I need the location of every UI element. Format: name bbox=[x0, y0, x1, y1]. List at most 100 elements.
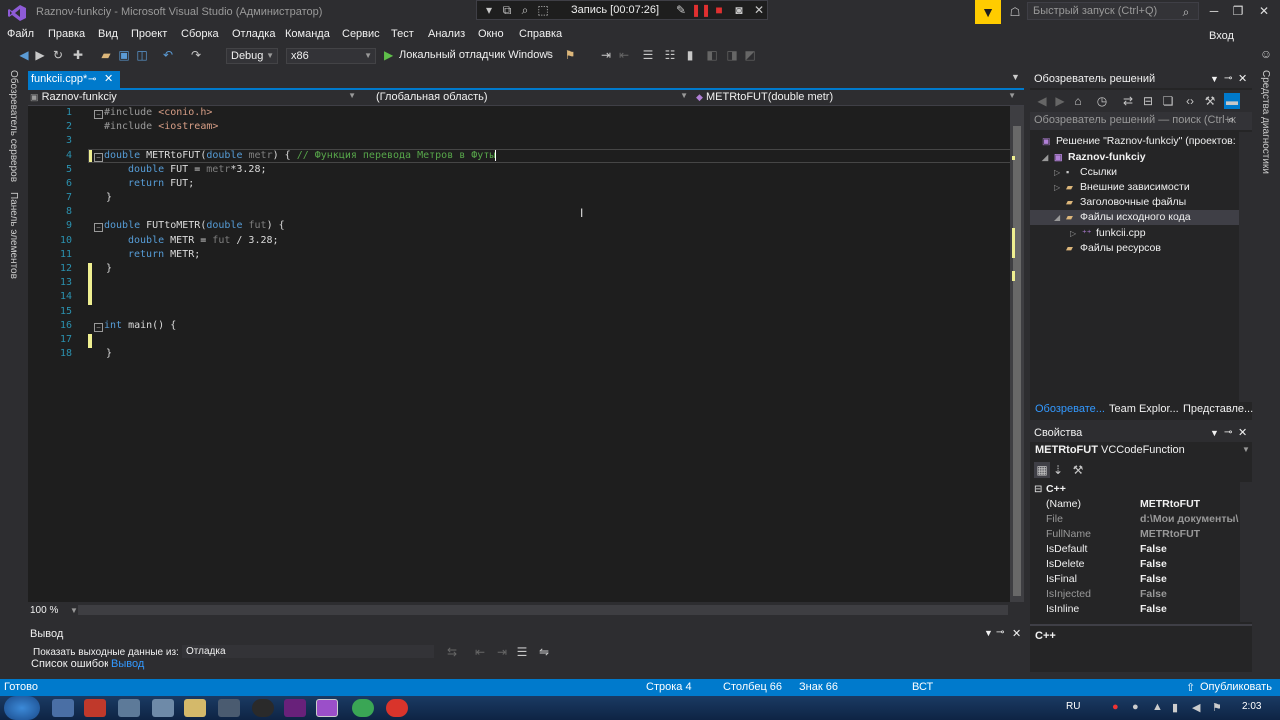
taskbar-visual-studio-icon[interactable] bbox=[316, 699, 338, 717]
property-row[interactable]: IsInline False bbox=[1030, 602, 1240, 617]
pin-icon[interactable]: ⊸ bbox=[1224, 70, 1232, 88]
member-select[interactable]: ◆ METRtoFUT(double metr) ▼ bbox=[696, 91, 1020, 105]
solution-search-input[interactable]: Обозреватель решений — поиск (Ctrl+к ⌕ bbox=[1030, 112, 1252, 130]
outdent-icon[interactable]: ⇤ bbox=[616, 47, 632, 63]
flag-icon[interactable]: ⚑ bbox=[1212, 701, 1222, 714]
menu-file[interactable]: Файл bbox=[7, 28, 34, 40]
close-icon[interactable]: ✕ bbox=[1238, 424, 1247, 442]
zoom-level[interactable]: 100 % bbox=[30, 605, 58, 616]
prev-bookmark-icon[interactable]: ◧ bbox=[704, 47, 720, 63]
menu-debug[interactable]: Отладка bbox=[232, 28, 275, 40]
pin-icon[interactable]: ⊸ bbox=[1224, 424, 1232, 442]
zoom-icon[interactable]: ⌕ bbox=[517, 2, 533, 18]
home-icon[interactable]: ⌂ bbox=[1070, 93, 1086, 109]
camera-icon[interactable]: ◙ bbox=[731, 2, 747, 18]
menu-test[interactable]: Тест bbox=[391, 28, 414, 40]
close-icon[interactable]: ✕ bbox=[1238, 70, 1247, 88]
tray-icon[interactable]: ● bbox=[1112, 701, 1119, 713]
close-icon[interactable]: ✕ bbox=[1012, 627, 1021, 640]
tree-item-funkcii-cpp[interactable]: ▷ ⁺⁺ funkcii.cpp bbox=[1070, 226, 1146, 241]
chevron-down-icon[interactable]: ▼ bbox=[70, 606, 78, 615]
collapse-icon[interactable]: − bbox=[94, 323, 103, 332]
object-selector[interactable]: METRtoFUT VCCodeFunction ▼ bbox=[1030, 442, 1252, 458]
volume-icon[interactable]: ◀ bbox=[1192, 701, 1200, 714]
network-icon[interactable]: ▮ bbox=[1172, 701, 1178, 714]
tray-icon[interactable]: ▲ bbox=[1152, 701, 1163, 713]
horizontal-scrollbar[interactable] bbox=[78, 605, 1008, 615]
pin-icon[interactable]: ⊸ bbox=[996, 627, 1004, 638]
taskbar-app-icon[interactable] bbox=[386, 699, 408, 717]
comment-icon[interactable]: ☰ bbox=[640, 47, 656, 63]
diagnostic-tools-tab[interactable]: Средства диагностики bbox=[1260, 70, 1271, 174]
property-category[interactable]: ⊟ C++ bbox=[1030, 482, 1240, 497]
history-icon[interactable]: ◷ bbox=[1094, 93, 1110, 109]
menu-project[interactable]: Проект bbox=[131, 28, 167, 40]
menu-view[interactable]: Вид bbox=[98, 28, 118, 40]
menu-edit[interactable]: Правка bbox=[48, 28, 85, 40]
back-icon[interactable]: ◀ bbox=[1034, 93, 1050, 109]
tab-output[interactable]: Вывод bbox=[108, 657, 148, 672]
show-all-files-icon[interactable]: ❏ bbox=[1160, 93, 1176, 109]
bookmark-icon[interactable]: ▮ bbox=[682, 47, 698, 63]
close-icon[interactable]: ✕ bbox=[751, 2, 767, 18]
expanded-arrow-icon[interactable]: ◢ bbox=[1042, 150, 1054, 165]
close-icon[interactable]: ✕ bbox=[104, 71, 113, 88]
solution-config-select[interactable]: Debug ▼ bbox=[226, 48, 278, 64]
indent-icon[interactable]: ⇥ bbox=[598, 47, 614, 63]
tree-item-project[interactable]: ◢ ▣ Raznov-funkciy bbox=[1042, 150, 1146, 165]
refresh-icon[interactable]: ↻ bbox=[50, 47, 66, 63]
collapse-icon[interactable]: − bbox=[94, 110, 103, 119]
toolbox-tab[interactable]: Панель элементов bbox=[8, 192, 19, 279]
property-row[interactable]: IsDefault False bbox=[1030, 542, 1240, 557]
close-window-button[interactable]: ✕ bbox=[1254, 4, 1274, 18]
expanded-arrow-icon[interactable]: ◢ bbox=[1054, 210, 1066, 225]
pause-icon[interactable]: ❚❚ bbox=[691, 2, 711, 18]
uncomment-icon[interactable]: ☷ bbox=[662, 47, 678, 63]
taskbar-app-icon[interactable] bbox=[118, 699, 140, 717]
tree-item-references[interactable]: ▷ ▪ Ссылки bbox=[1054, 165, 1117, 180]
server-explorer-tab[interactable]: Обозреватель серверов bbox=[8, 70, 19, 182]
clock[interactable]: 2:03 bbox=[1242, 701, 1261, 712]
pin-icon[interactable]: ⊸ bbox=[88, 71, 96, 88]
minimize-button[interactable]: ─ bbox=[1204, 4, 1224, 18]
taskbar-app-icon[interactable] bbox=[52, 699, 74, 717]
collapse-icon[interactable]: − bbox=[94, 223, 103, 232]
property-row[interactable]: IsDelete False bbox=[1030, 557, 1240, 572]
feedback-icon[interactable]: ☖ bbox=[1007, 4, 1023, 20]
menu-tools[interactable]: Сервис bbox=[342, 28, 380, 40]
tab-error-list[interactable]: Список ошибок bbox=[28, 657, 112, 672]
property-row[interactable]: IsInjected False bbox=[1030, 587, 1240, 602]
chevron-down-icon[interactable]: ▼ bbox=[984, 628, 993, 638]
collapsed-arrow-icon[interactable]: ▷ bbox=[1070, 226, 1082, 241]
forward-icon[interactable]: ▶ bbox=[1052, 93, 1068, 109]
menu-analyze[interactable]: Анализ bbox=[428, 28, 465, 40]
property-row[interactable]: (Name) METRtoFUT bbox=[1030, 497, 1240, 512]
tab-list-icon[interactable]: ▼ bbox=[1011, 72, 1020, 82]
forward-icon[interactable]: ▶ bbox=[32, 47, 48, 63]
publish-button[interactable]: Опубликовать bbox=[1200, 681, 1272, 693]
search-icon[interactable]: ⌕ bbox=[1178, 4, 1194, 20]
stop-icon[interactable]: ■ bbox=[711, 2, 727, 18]
tab-funkcii-cpp[interactable]: funkcii.cpp* ⊸ ✕ bbox=[28, 71, 120, 89]
new-project-icon[interactable]: ✚ bbox=[70, 47, 86, 63]
tree-item-resource-files[interactable]: ▰ Файлы ресурсов bbox=[1054, 241, 1161, 256]
back-icon[interactable]: ◀ bbox=[16, 47, 32, 63]
menu-help[interactable]: Справка bbox=[519, 28, 562, 40]
tab-team-explorer[interactable]: Team Explor... bbox=[1106, 402, 1182, 417]
categorized-icon[interactable]: ▦ bbox=[1034, 462, 1050, 478]
code-editor[interactable]: 1 2 3 4 5 6 7 8 9 10 11 12 13 14 15 16 1… bbox=[28, 106, 1024, 602]
taskbar-app-icon[interactable] bbox=[184, 699, 206, 717]
menu-window[interactable]: Окно bbox=[478, 28, 504, 40]
collapse-icon[interactable]: − bbox=[94, 153, 103, 162]
taskbar-app-icon[interactable] bbox=[252, 699, 274, 717]
crop-icon[interactable]: ⬚ bbox=[535, 2, 551, 18]
taskbar-app-icon[interactable] bbox=[84, 699, 106, 717]
taskbar-app-icon[interactable] bbox=[218, 699, 240, 717]
properties-icon[interactable]: ⚒ bbox=[1202, 93, 1218, 109]
open-folder-icon[interactable]: ▰ bbox=[98, 47, 114, 63]
next-bookmark-icon[interactable]: ◨ bbox=[724, 47, 740, 63]
tree-item-solution[interactable]: ▣ Решение "Raznov-funkciy" (проектов: 1) bbox=[1042, 134, 1248, 149]
tray-icon[interactable]: ● bbox=[1132, 701, 1139, 713]
start-button[interactable] bbox=[4, 696, 40, 720]
collapse-icon[interactable]: ⊟ bbox=[1034, 482, 1042, 497]
